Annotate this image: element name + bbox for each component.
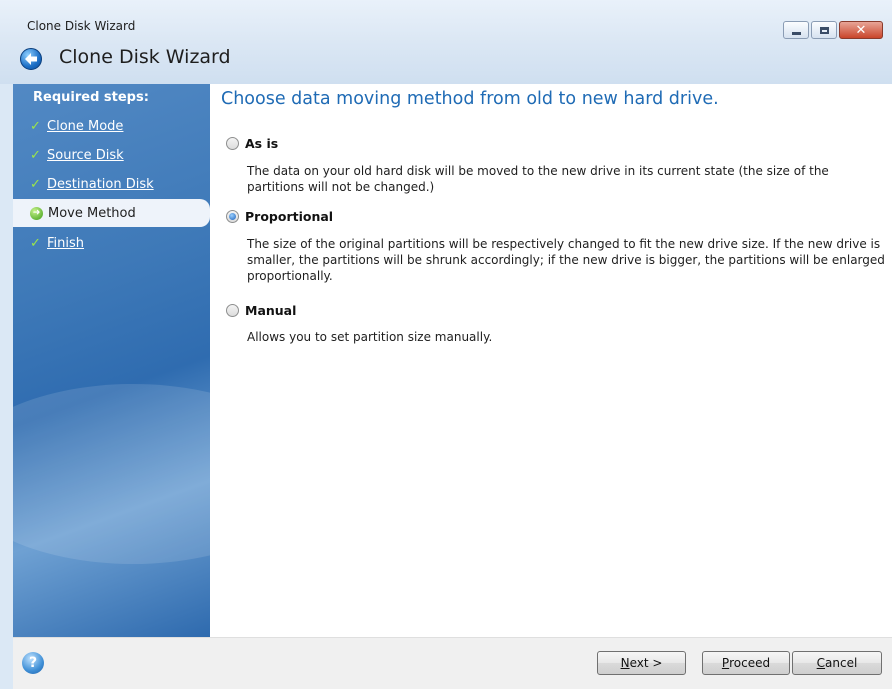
proceed-button[interactable]: Proceed xyxy=(702,651,790,675)
next-mnemonic: N xyxy=(620,656,630,670)
sidebar-item-label: Clone Mode xyxy=(47,118,124,134)
back-arrow-glyph xyxy=(25,53,37,65)
proceed-mnemonic: P xyxy=(721,656,730,670)
sidebar-item-clone-mode[interactable]: ✓ Clone Mode xyxy=(13,112,210,140)
sidebar-item-label: Source Disk xyxy=(47,147,124,163)
minimize-icon xyxy=(791,31,801,35)
radio-proportional[interactable] xyxy=(226,210,239,223)
sidebar-item-label: Move Method xyxy=(48,205,136,221)
help-icon[interactable]: ? xyxy=(22,652,44,674)
cancel-mnemonic: C xyxy=(816,656,826,670)
required-steps-label: Required steps: xyxy=(33,90,149,105)
checkmark-icon: ✓ xyxy=(30,235,41,251)
checkmark-icon: ✓ xyxy=(30,147,41,163)
window-title: Clone Disk Wizard xyxy=(27,19,136,33)
main-content: Choose data moving method from old to ne… xyxy=(210,84,892,637)
back-arrow-icon[interactable] xyxy=(20,48,42,70)
checkmark-icon: ✓ xyxy=(30,176,41,192)
sidebar-item-finish[interactable]: ✓ Finish xyxy=(13,229,210,257)
proceed-label: roceed xyxy=(729,656,771,670)
option-description: The size of the original partitions will… xyxy=(247,237,885,283)
sidebar-item-source-disk[interactable]: ✓ Source Disk xyxy=(13,141,210,169)
option-label: As is xyxy=(245,136,279,151)
option-description: Allows you to set partition size manuall… xyxy=(247,330,493,344)
wizard-header-title: Clone Disk Wizard xyxy=(59,46,231,68)
close-icon: ✕ xyxy=(855,22,867,38)
minimize-button[interactable] xyxy=(783,21,809,39)
sidebar-decoration xyxy=(13,384,210,564)
next-label: ext > xyxy=(629,656,663,670)
maximize-button[interactable] xyxy=(811,21,837,39)
sidebar-item-move-method[interactable]: ➜ Move Method xyxy=(13,199,210,227)
cancel-label: ancel xyxy=(825,656,858,670)
option-manual[interactable]: Manual xyxy=(226,303,296,318)
option-proportional[interactable]: Proportional xyxy=(226,209,333,224)
window-controls: ✕ xyxy=(781,21,883,39)
sidebar-item-label: Finish xyxy=(47,235,85,251)
title-bar: Clone Disk Wizard ✕ Clone Disk Wizard xyxy=(0,0,892,84)
steps-sidebar: Required steps: ✓ Clone Mode ✓ Source Di… xyxy=(13,84,210,637)
radio-as-is[interactable] xyxy=(226,137,239,150)
option-label: Manual xyxy=(245,303,297,318)
sidebar-item-destination-disk[interactable]: ✓ Destination Disk xyxy=(13,170,210,198)
wizard-window: Clone Disk Wizard ✕ Clone Disk Wizard Re… xyxy=(0,0,892,689)
checkmark-icon: ✓ xyxy=(30,118,41,134)
option-label: Proportional xyxy=(245,209,334,224)
sidebar-item-label: Destination Disk xyxy=(47,176,154,192)
maximize-icon xyxy=(819,26,829,34)
page-title: Choose data moving method from old to ne… xyxy=(221,89,719,109)
footer-bar: ? Next > Proceed Cancel xyxy=(13,637,892,689)
radio-manual[interactable] xyxy=(226,304,239,317)
option-as-is[interactable]: As is xyxy=(226,136,278,151)
next-button[interactable]: Next > xyxy=(597,651,686,675)
cancel-button[interactable]: Cancel xyxy=(792,651,882,675)
close-button[interactable]: ✕ xyxy=(839,21,883,39)
current-step-arrow-icon: ➜ xyxy=(30,206,43,220)
option-description: The data on your old hard disk will be m… xyxy=(247,164,829,194)
